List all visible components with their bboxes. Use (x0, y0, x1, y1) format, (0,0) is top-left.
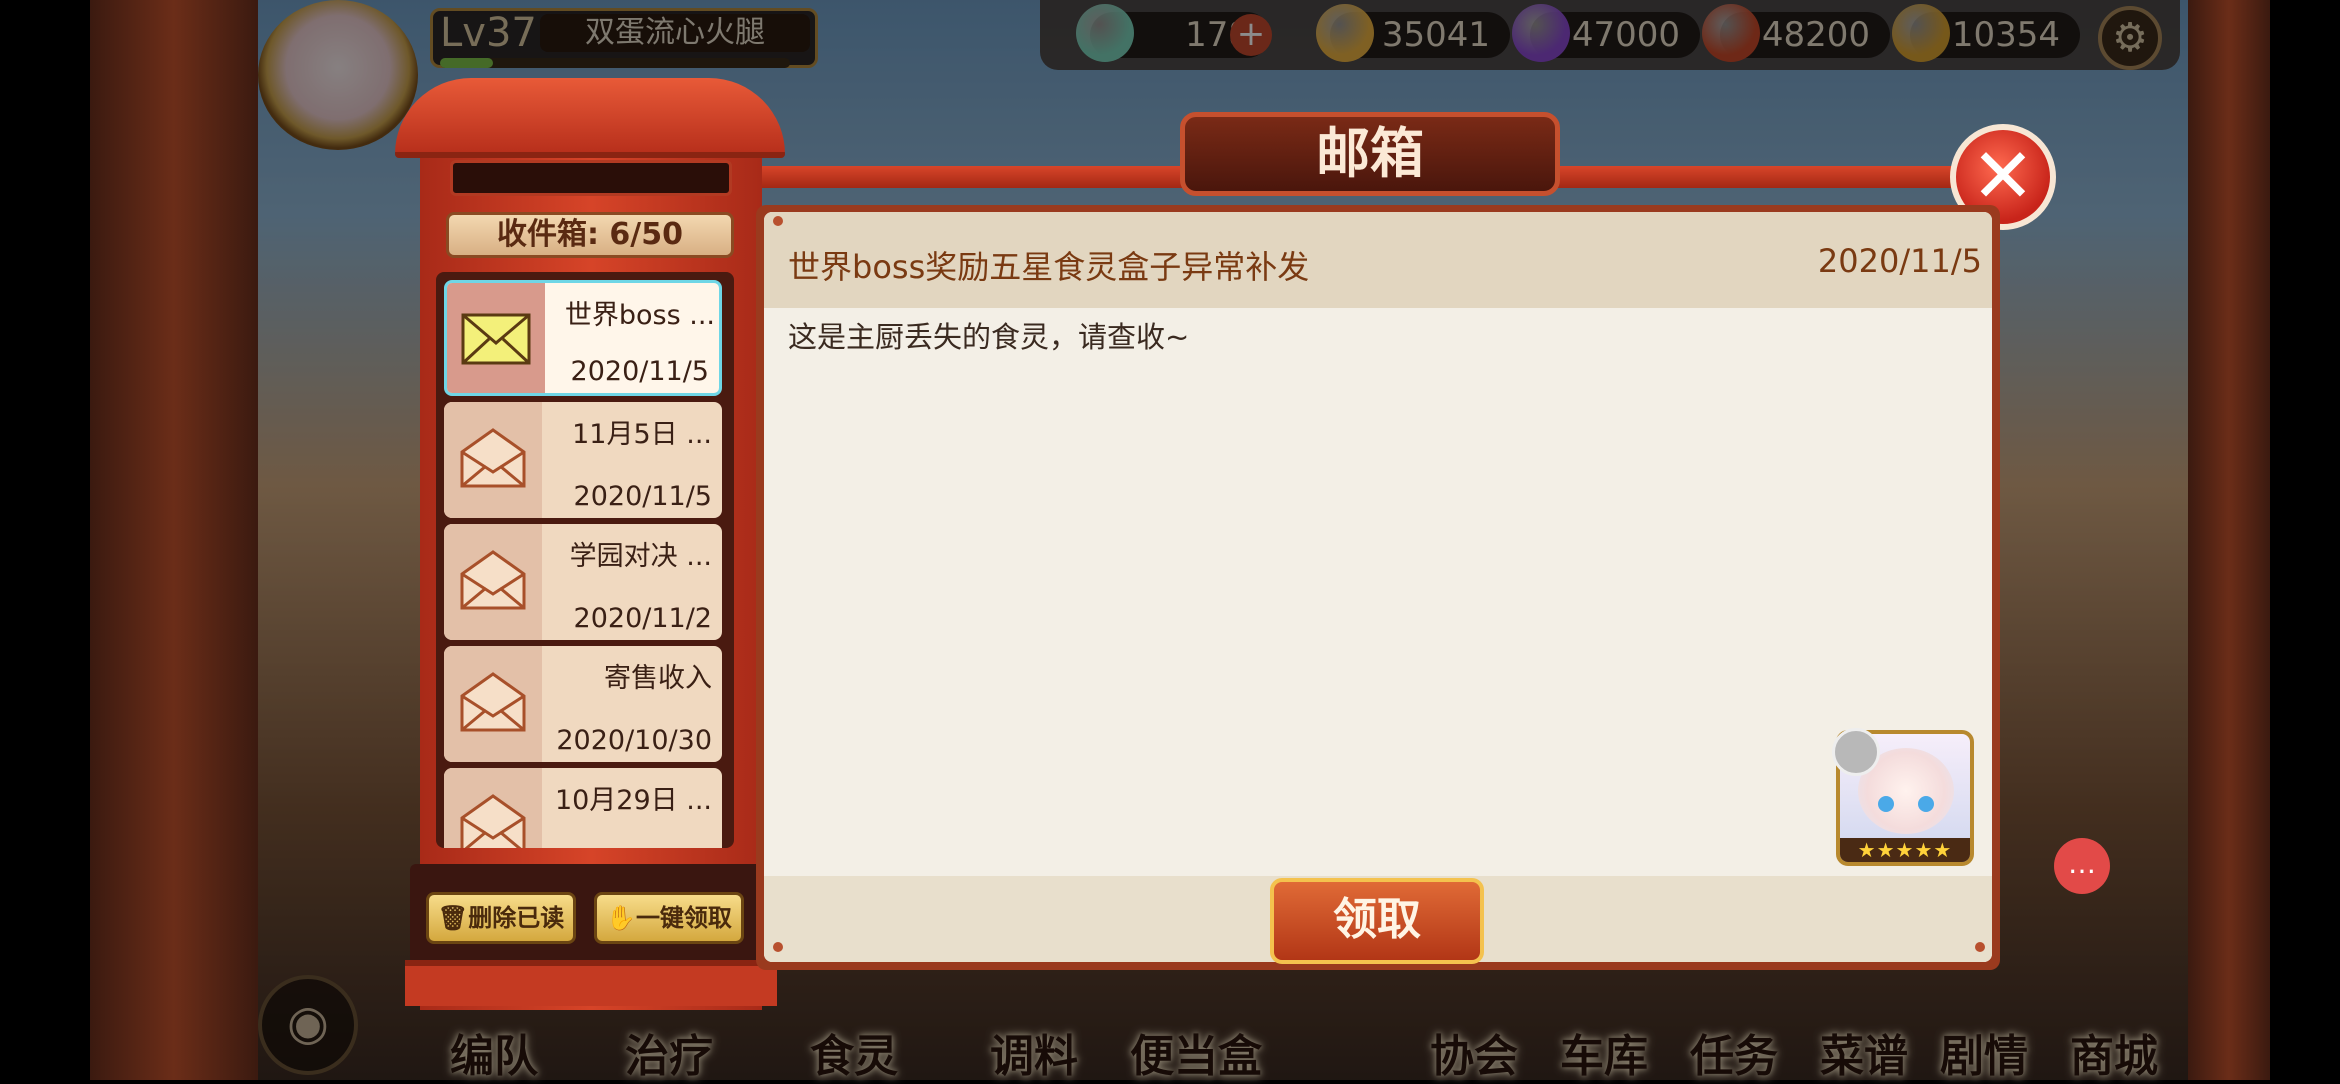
mail-list[interactable]: 世界boss ... 2020/11/5 11月5日 ... 2020/11/5… (436, 272, 734, 848)
mailbox-post-cap (395, 78, 785, 158)
mail-item[interactable]: 世界boss ... 2020/11/5 (444, 280, 722, 396)
message-date: 2020/11/5 (1817, 242, 1982, 280)
mail-item[interactable]: 寄售收入 2020/10/30 (444, 646, 722, 762)
envelope-open-icon (460, 428, 526, 488)
corner-dot (773, 942, 783, 952)
mail-title: 世界boss ... (564, 300, 715, 331)
claim-button[interactable]: 领取 (1270, 878, 1484, 964)
mail-date: 2020/11/5 (570, 356, 709, 387)
claim-hand-icon: ✋ (606, 904, 636, 932)
inbox-count: 收件箱: 6/50 (446, 212, 734, 258)
claim-all-button[interactable]: ✋一键领取 (594, 892, 744, 944)
corner-dot (773, 216, 783, 226)
mail-item[interactable]: 学园对决 ... 2020/11/2 (444, 524, 722, 640)
mail-title: 学园对决 ... (569, 541, 712, 572)
mail-date: 2020/11/2 (573, 603, 712, 634)
mail-date: 2020/10/30 (556, 725, 712, 756)
left-wood-frame (90, 0, 258, 1080)
corner-dot (1975, 942, 1985, 952)
envelope-open-icon (460, 794, 526, 848)
trash-icon: 🗑 (437, 904, 469, 932)
mailbox-title: 邮箱 (1180, 112, 1560, 196)
chat-icon[interactable]: … (2054, 838, 2110, 894)
mail-title: 11月5日 ... (572, 419, 712, 450)
claim-all-label: 一键领取 (635, 904, 732, 932)
mail-item[interactable]: 11月5日 ... 2020/11/5 (444, 402, 722, 518)
right-wood-frame (2188, 0, 2270, 1080)
chef-hat-badge-icon (1832, 728, 1880, 776)
envelope-open-icon (460, 550, 526, 610)
delete-read-label: 删除已读 (468, 904, 565, 932)
envelope-open-icon (460, 672, 526, 732)
delete-read-button[interactable]: 🗑删除已读 (426, 892, 576, 944)
message-subject: 世界boss奖励五星食灵盒子异常补发 (788, 248, 1310, 286)
mail-title: 10月29日 ... (554, 785, 712, 816)
message-body: 这是主厨丢失的食灵，请查收~ (788, 320, 1190, 354)
star-rating: ★★★★★ (1840, 838, 1970, 862)
mail-title: 寄售收入 (604, 663, 712, 694)
mailbox-slot (450, 160, 732, 196)
message-header: 世界boss奖励五星食灵盒子异常补发 2020/11/5 (764, 212, 1992, 308)
mail-item[interactable]: 10月29日 ... (444, 768, 722, 848)
mail-date: 2020/11/5 (573, 481, 712, 512)
envelope-icon (461, 313, 531, 365)
message-panel: 世界boss奖励五星食灵盒子异常补发 2020/11/5 这是主厨丢失的食灵，请… (764, 212, 1992, 962)
mailbox-post-base (405, 960, 777, 1006)
